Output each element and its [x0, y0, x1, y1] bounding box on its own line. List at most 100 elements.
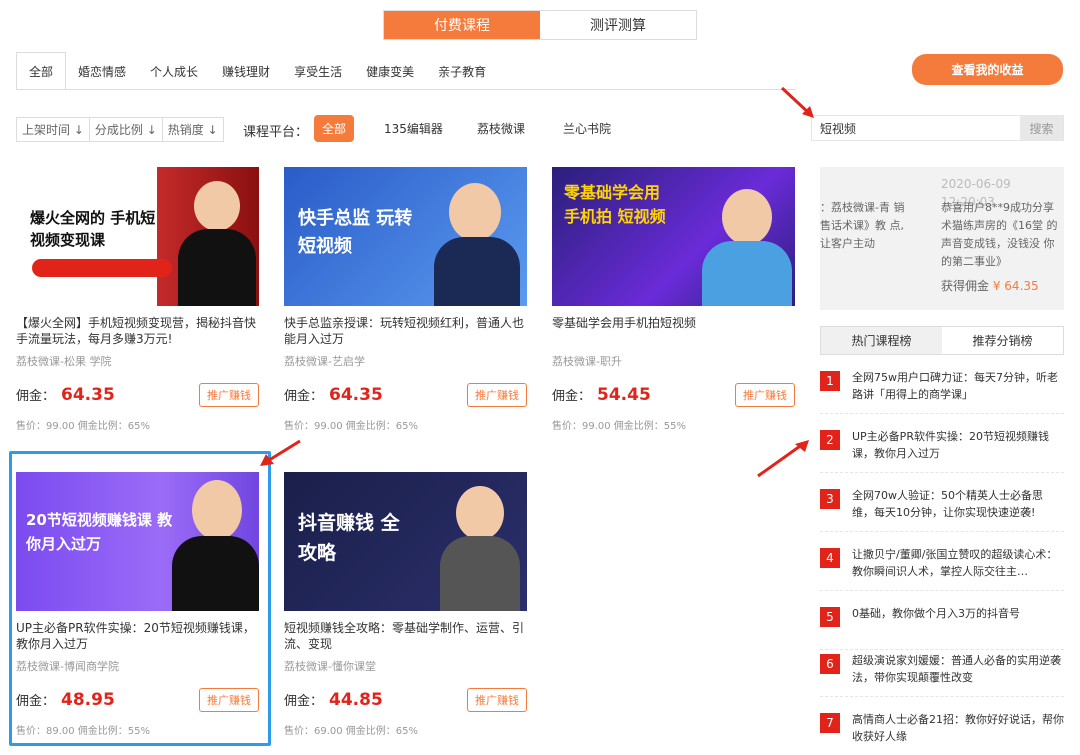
sort-by-time[interactable]: 上架时间 ↓: [17, 118, 90, 141]
thumbnail-text: 20节短视频赚钱课 教你月入过万: [26, 511, 173, 553]
instructor-body: [434, 237, 520, 306]
promote-button[interactable]: 推广赚钱: [467, 688, 527, 712]
course-thumbnail[interactable]: 20节短视频赚钱课 教你月入过万: [16, 472, 259, 611]
category-finance[interactable]: 赚钱理财: [210, 52, 282, 90]
tab-hot-courses[interactable]: 热门课程榜: [821, 327, 942, 354]
commission-value: 48.95: [61, 690, 115, 710]
rank-title[interactable]: 超级演说家刘媛媛：普通人必备的实用逆袭法，带你实现颠覆性改变: [852, 652, 1064, 686]
instructor-photo: [192, 480, 242, 540]
instructor-body: [178, 229, 256, 306]
rank-title[interactable]: UP主必备PR软件实操：20节短视频赚钱课，教你月入过万: [852, 428, 1064, 462]
course-thumbnail[interactable]: 爆火全网的 手机短视频变现课: [16, 167, 259, 306]
sort-bar: 上架时间 ↓ 分成比例 ↓ 热销度 ↓: [16, 117, 224, 142]
category-growth[interactable]: 个人成长: [138, 52, 210, 90]
thumbnail-text: 快手总监 玩转短视频: [298, 208, 413, 257]
platform-label: 课程平台：: [243, 125, 309, 140]
recent-earnings-carousel[interactable]: ：荔枝微课-青 销售话术课》教 点,让客户主动 2020-06-09 12:20…: [820, 167, 1064, 310]
course-thumbnail[interactable]: 快手总监 玩转短视频: [284, 167, 527, 306]
ranking-item[interactable]: 1 全网75w用户口碑力证：每天7分钟，听老路讲「用得上的商学课」: [820, 369, 1064, 414]
instructor-photo: [194, 181, 240, 231]
platform-lizhi[interactable]: 荔枝微课: [477, 115, 525, 142]
price-info: 售价：99.00 佣金比例：65%: [16, 421, 151, 432]
ranking-item[interactable]: 3 全网70w人验证：50个精英人士必备思维，每天10分钟，让你实现快速逆袭!: [820, 487, 1064, 532]
course-card[interactable]: 抖音赚钱 全攻略 短视频赚钱全攻略：零基础学制作、运营、引流、变现 荔枝微课-懂…: [284, 472, 527, 737]
price-info: 售价：99.00 佣金比例：65%: [284, 421, 419, 432]
tab-recommended[interactable]: 推荐分销榜: [942, 327, 1063, 354]
instructor-photo: [449, 183, 501, 241]
search-input[interactable]: [812, 116, 1020, 140]
course-card[interactable]: 零基础学会用手机拍 短视频 零基础学会用手机拍短视频 荔枝微课-职升 佣金： 54…: [552, 167, 795, 432]
commission-value: 64.35: [329, 385, 383, 405]
category-divider: [16, 89, 796, 90]
rank-number: 3: [820, 489, 840, 509]
course-title[interactable]: 【爆火全网】手机短视频变现营，揭秘抖音快手流量玩法，每月多赚3万元!: [16, 315, 259, 347]
thumbnail-text: 抖音赚钱 全攻略: [298, 512, 400, 564]
search-button[interactable]: 搜索: [1020, 116, 1063, 140]
platform-lanxin[interactable]: 兰心书院: [563, 115, 611, 142]
tab-paid-courses[interactable]: 付费课程: [384, 11, 540, 39]
ranking-tabs: 热门课程榜 推荐分销榜: [820, 326, 1064, 355]
category-romance[interactable]: 婚恋情感: [66, 52, 138, 90]
tab-assessment[interactable]: 测评测算: [540, 11, 696, 39]
rank-number: 5: [820, 607, 840, 627]
category-tabs: 全部 婚恋情感 个人成长 赚钱理财 享受生活 健康变美 亲子教育: [16, 52, 498, 90]
course-title[interactable]: 快手总监亲授课：玩转短视频红利，普通人也能月入过万: [284, 315, 527, 347]
carousel-text: 恭喜用户8**9成功分享 术猫练声房的《16堂 的声音变成钱，没钱没 你的第二事…: [941, 201, 1058, 268]
course-card[interactable]: 20节短视频赚钱课 教你月入过万 UP主必备PR软件实操：20节短视频赚钱课，教…: [16, 472, 259, 737]
platform-135editor[interactable]: 135编辑器: [384, 115, 443, 142]
category-health[interactable]: 健康变美: [354, 52, 426, 90]
course-title[interactable]: 零基础学会用手机拍短视频: [552, 315, 795, 347]
price-info: 售价：89.00 佣金比例：55%: [16, 726, 151, 737]
commission-label: 佣金：: [552, 389, 592, 404]
ranking-item[interactable]: 2 UP主必备PR软件实操：20节短视频赚钱课，教你月入过万: [820, 428, 1064, 473]
course-source: 荔枝微课-职升: [552, 355, 622, 368]
annotation-arrow-icon: [757, 440, 809, 478]
promote-button[interactable]: 推广赚钱: [735, 383, 795, 407]
course-thumbnail[interactable]: 零基础学会用手机拍 短视频: [552, 167, 795, 306]
annotation-arrow-icon: [780, 86, 814, 118]
commission-label: 佣金：: [284, 389, 324, 404]
ranking-item[interactable]: 7 高情商人士必备21招：教你好好说话，帮你收获好人缘: [820, 711, 1064, 751]
rank-number: 2: [820, 430, 840, 450]
platform-all[interactable]: 全部: [314, 115, 355, 142]
ranking-item[interactable]: 4 让撒贝宁/董卿/张国立赞叹的超级读心术：教你瞬间识人术，掌控人际交往主…: [820, 546, 1064, 591]
instructor-photo: [456, 486, 504, 540]
instructor-body: [172, 536, 259, 611]
sort-by-ratio[interactable]: 分成比例 ↓: [90, 118, 163, 141]
rank-title[interactable]: 0基础，教你做个月入3万的抖音号: [852, 605, 1064, 639]
price-info: 售价：99.00 佣金比例：55%: [552, 421, 687, 432]
rank-title[interactable]: 全网70w人验证：50个精英人士必备思维，每天10分钟，让你实现快速逆袭!: [852, 487, 1064, 521]
rank-number: 4: [820, 548, 840, 568]
course-title[interactable]: 短视频赚钱全攻略：零基础学制作、运营、引流、变现: [284, 620, 527, 652]
commission-value: 64.35: [61, 385, 115, 405]
instructor-photo: [722, 189, 772, 245]
course-card[interactable]: 爆火全网的 手机短视频变现课 【爆火全网】手机短视频变现营，揭秘抖音快手流量玩法…: [16, 167, 259, 432]
ranking-item[interactable]: 6 超级演说家刘媛媛：普通人必备的实用逆袭法，带你实现颠覆性改变: [820, 652, 1064, 697]
rank-title[interactable]: 高情商人士必备21招：教你好好说话，帮你收获好人缘: [852, 711, 1064, 745]
instructor-body: [702, 241, 792, 306]
promote-button[interactable]: 推广赚钱: [467, 383, 527, 407]
commission-label: 佣金：: [16, 389, 56, 404]
rank-title[interactable]: 全网75w用户口碑力证：每天7分钟，听老路讲「用得上的商学课」: [852, 369, 1064, 403]
rank-title[interactable]: 让撒贝宁/董卿/张国立赞叹的超级读心术：教你瞬间识人术，掌控人际交往主…: [852, 546, 1064, 580]
rank-number: 6: [820, 654, 840, 674]
category-lifestyle[interactable]: 享受生活: [282, 52, 354, 90]
course-source: 荔枝微课-博闻商学院: [16, 660, 119, 673]
course-type-toggle: 付费课程 测评测算: [383, 10, 697, 40]
commission-value: 54.45: [597, 385, 651, 405]
rank-number: 1: [820, 371, 840, 391]
course-title[interactable]: UP主必备PR软件实操：20节短视频赚钱课，教你月入过万: [16, 620, 259, 652]
category-parenting[interactable]: 亲子教育: [426, 52, 498, 90]
commission-label: 佣金：: [284, 694, 324, 709]
thumbnail-text: 零基础学会用手机拍 短视频: [564, 183, 666, 226]
course-source: 荔枝微课-艺启学: [284, 355, 365, 368]
category-all[interactable]: 全部: [16, 52, 67, 90]
promote-button[interactable]: 推广赚钱: [199, 383, 259, 407]
promote-button[interactable]: 推广赚钱: [199, 688, 259, 712]
ranking-item[interactable]: 5 0基础，教你做个月入3万的抖音号: [820, 605, 1064, 650]
course-thumbnail[interactable]: 抖音赚钱 全攻略: [284, 472, 527, 611]
thumbnail-banner: [32, 259, 172, 277]
sort-by-popularity[interactable]: 热销度 ↓: [163, 118, 223, 141]
course-card[interactable]: 快手总监 玩转短视频 快手总监亲授课：玩转短视频红利，普通人也能月入过万 荔枝微…: [284, 167, 527, 432]
view-earnings-button[interactable]: 查看我的收益: [912, 54, 1063, 85]
